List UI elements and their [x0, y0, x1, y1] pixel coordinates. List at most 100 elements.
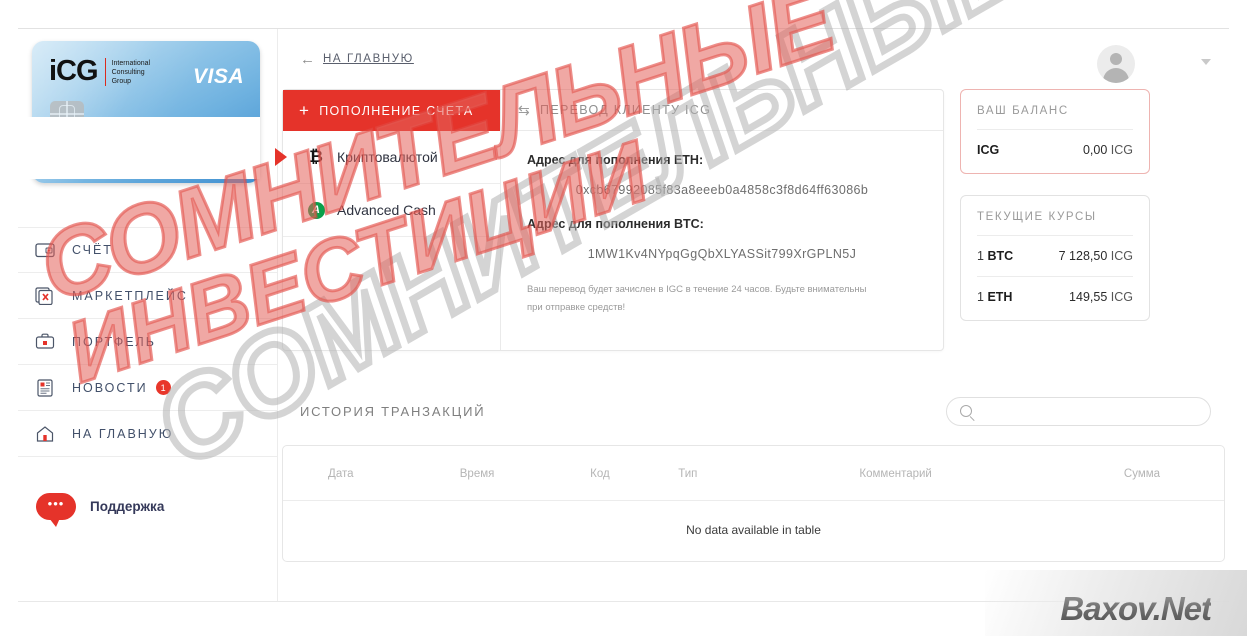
avatar[interactable]: [1097, 45, 1135, 83]
column-header-type[interactable]: Тип: [644, 446, 732, 501]
history-header: ИСТОРИЯ ТРАНЗАКЦИЙ: [282, 389, 1225, 433]
rates-title: ТЕКУЩИЕ КУРСЫ: [977, 211, 1133, 236]
history-table-head: Дата Время Код Тип Комментарий Сумма: [283, 446, 1224, 501]
column-header-amount[interactable]: Сумма: [1059, 446, 1224, 501]
rate-eth-key: 1 ETH: [977, 290, 1012, 304]
sidebar-item-marketplace[interactable]: МАРКЕТПЛЕЙС: [18, 273, 277, 319]
history-table-body: No data available in table: [283, 501, 1224, 562]
balance-unit: ICG: [1110, 143, 1133, 157]
sidebar-item-label: ПОРТФЕЛЬ: [72, 334, 156, 349]
balance-row: ICG 0,00 ICG: [977, 130, 1133, 157]
column-header-code[interactable]: Код: [555, 446, 645, 501]
logo-divider: [104, 58, 106, 86]
app-root: iCG International Consulting Group VISA: [0, 0, 1247, 636]
method-advanced-cash-label: Advanced Cash: [337, 202, 436, 218]
rate-btc-pre: 1: [977, 249, 984, 263]
eth-address-label: Адрес для пополнения ETH:: [527, 153, 704, 167]
history-title: ИСТОРИЯ ТРАНЗАКЦИЙ: [300, 403, 486, 419]
support-dots: •••: [47, 495, 65, 511]
bitcoin-glyph: ₿: [309, 147, 323, 166]
table-row: No data available in table: [283, 501, 1224, 562]
tab-transfer-label: ПЕРЕВОД КЛИЕНТУ ICG: [540, 103, 712, 117]
rate-eth-pre: 1: [977, 290, 984, 304]
balance-amount: 0,00: [1082, 143, 1108, 157]
sidebar-item-label: НА ГЛАВНУЮ: [72, 426, 174, 441]
briefcase-icon: [34, 331, 56, 353]
sidebar-item-news[interactable]: НОВОСТИ 1: [18, 365, 277, 411]
back-link-label: НА ГЛАВНУЮ: [323, 53, 414, 65]
deposit-card: + ПОПОЛНЕНИЕ СЧЕТА ₿ Криптовалютой A Adv…: [275, 89, 944, 351]
method-crypto-label: Криптовалютой: [337, 149, 438, 165]
deposit-note-line-1: Ваш перевод будет зачислен в IGC в течен…: [527, 284, 867, 295]
side-cards: ВАШ БАЛАНС ICG 0,00 ICG ТЕКУЩИЕ КУРСЫ 1: [960, 89, 1150, 321]
brand-mark: iCG: [49, 55, 99, 87]
plus-icon: +: [299, 100, 311, 120]
watermark-site: Baxov.Net: [1060, 590, 1212, 627]
rates-card: ТЕКУЩИЕ КУРСЫ 1 BTC 7 128,50 ICG 1 ETH 1…: [960, 195, 1150, 321]
rate-btc-value-wrap: 7 128,50 ICG: [1059, 249, 1133, 263]
rate-row-btc: 1 BTC 7 128,50 ICG: [977, 236, 1133, 263]
column-header-time[interactable]: Время: [398, 446, 556, 501]
chat-bubble-icon: •••: [36, 493, 76, 527]
brand-sub-line-1: International: [111, 60, 151, 67]
bank-card-wrap: iCG International Consulting Group VISA: [14, 29, 277, 197]
btc-address-value[interactable]: 1MW1Kv4NYpqGgQbXLYASSit799XrGPLN5J: [527, 247, 917, 261]
deposit-details: ⇆ ПЕРЕВОД КЛИЕНТУ ICG Адрес для пополнен…: [501, 90, 943, 350]
main-content: ← НА ГЛАВНУЮ + ПОПОЛНЕНИЕ СЧЕТА ₿ Крипто…: [275, 29, 1229, 601]
sidebar-item-account[interactable]: СЧЁТ: [18, 227, 277, 273]
sidebar-item-label: МАРКЕТПЛЕЙС: [72, 288, 188, 303]
sidebar-item-label: СЧЁТ: [72, 243, 113, 257]
table-header-row: Дата Время Код Тип Комментарий Сумма: [283, 446, 1224, 501]
tab-deposit[interactable]: + ПОПОЛНЕНИЕ СЧЕТА: [283, 90, 500, 131]
marketplace-icon: [34, 285, 56, 307]
sidebar-nav: СЧЁТ МАРКЕТПЛЕЙС ПОРТФЕЛЬ НОВОСТИ 1 НА Г…: [18, 227, 277, 457]
deposit-methods: + ПОПОЛНЕНИЕ СЧЕТА ₿ Криптовалютой A Adv…: [275, 90, 501, 350]
rate-btc-value: 7 128,50: [1058, 249, 1108, 263]
panels-row: + ПОПОЛНЕНИЕ СЧЕТА ₿ Криптовалютой A Adv…: [275, 89, 1229, 351]
rate-eth-code: ETH: [987, 290, 1013, 304]
advcash-icon: A: [305, 201, 327, 219]
visa-logo: VISA: [192, 65, 244, 88]
history-search[interactable]: [946, 396, 1211, 426]
card-logo: iCG International Consulting Group: [49, 57, 150, 86]
brand-sub-line-2: Consulting: [111, 69, 145, 76]
rate-row-eth: 1 ETH 149,55 ICG: [977, 276, 1133, 304]
top-bar: ← НА ГЛАВНУЮ: [278, 29, 1229, 89]
transaction-history: ИСТОРИЯ ТРАНЗАКЦИЙ Дата Время Код Тип Ко…: [282, 389, 1225, 562]
method-crypto[interactable]: ₿ Криптовалютой: [275, 131, 500, 184]
wallet-icon: [34, 239, 56, 261]
advcash-glyph: A: [307, 201, 325, 219]
eth-address-value[interactable]: 0xcb67992085f83a8eeeb0a4858c3f8d64ff6308…: [527, 183, 917, 197]
balance-card: ВАШ БАЛАНС ICG 0,00 ICG: [960, 89, 1150, 174]
empty-state-message: No data available in table: [686, 523, 821, 537]
deposit-detail-body: Адрес для пополнения ETH: 0xcb67992085f8…: [501, 131, 943, 335]
chevron-down-icon[interactable]: [1201, 59, 1211, 65]
card-cover-right: [32, 117, 260, 179]
history-table-card: Дата Время Код Тип Комментарий Сумма No …: [282, 445, 1225, 562]
column-header-comment[interactable]: Комментарий: [731, 446, 1060, 501]
history-table: Дата Время Код Тип Комментарий Сумма No …: [283, 446, 1224, 561]
tab-transfer-to-icg[interactable]: ⇆ ПЕРЕВОД КЛИЕНТУ ICG: [501, 90, 943, 131]
support-button[interactable]: ••• Поддержка: [18, 493, 277, 527]
sidebar: iCG International Consulting Group VISA: [14, 29, 278, 601]
home-icon: [34, 423, 56, 445]
deposit-note-line-2: при отправке средств!: [527, 302, 626, 313]
balance-currency: ICG: [977, 143, 1000, 157]
search-icon: [960, 405, 972, 417]
btc-address-label: Адрес для пополнения BTC:: [527, 217, 704, 231]
arrow-left-icon: ←: [300, 50, 315, 68]
sidebar-item-portfolio[interactable]: ПОРТФЕЛЬ: [18, 319, 277, 365]
search-input[interactable]: [980, 404, 1180, 418]
column-header-date[interactable]: Дата: [283, 446, 399, 501]
support-label: Поддержка: [90, 499, 165, 514]
rate-btc-code: BTC: [987, 249, 1014, 263]
brand-sub-line-3: Group: [111, 78, 132, 85]
news-icon: [34, 377, 56, 399]
deposit-note: Ваш перевод будет зачислен в IGC в течен…: [527, 281, 917, 317]
rate-eth-value-wrap: 149,55 ICG: [1069, 290, 1133, 304]
method-advanced-cash[interactable]: A Advanced Cash: [283, 184, 500, 237]
balance-title: ВАШ БАЛАНС: [977, 105, 1133, 130]
back-to-home-link[interactable]: ← НА ГЛАВНУЮ: [300, 51, 414, 68]
rate-btc-unit: ICG: [1110, 249, 1133, 263]
sidebar-item-home[interactable]: НА ГЛАВНУЮ: [18, 411, 277, 457]
